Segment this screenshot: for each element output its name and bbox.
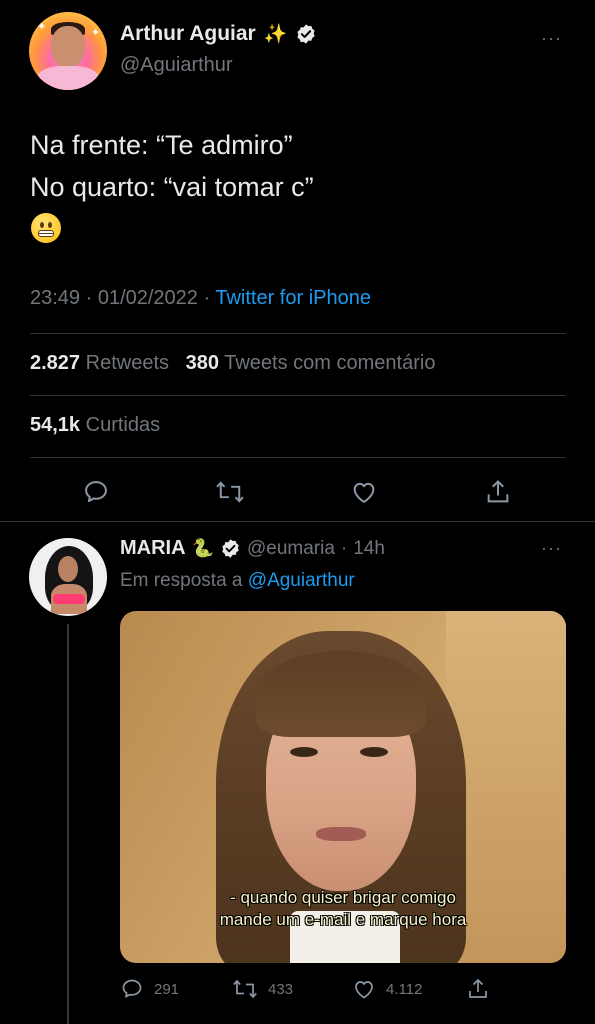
retweets-stat[interactable]: 2.827 Retweets [30, 352, 169, 374]
replying-to-mention[interactable]: @Aguiarthur [248, 570, 355, 591]
sparkles-emoji-icon: ✨ [263, 24, 288, 45]
share-icon [469, 978, 487, 998]
tweet-action-bar [0, 472, 595, 512]
media-bangs [256, 651, 426, 737]
separator-dot: · [340, 537, 348, 559]
avatar-shirt [37, 66, 99, 90]
quotes-count: 380 [185, 352, 220, 374]
tweet-timestamp[interactable]: 23:49 · 01/02/2022 · [30, 287, 215, 309]
main-tweet: ✦ ✦ Arthur Aguiar ✨ @Aguiarthur ··· Na f… [0, 0, 595, 515]
media-subtitle-line: - quando quiser brigar comigo [230, 888, 456, 907]
tweet-text-line: Na frente: “Te admiro” [30, 130, 293, 160]
tweet-source-link[interactable]: Twitter for iPhone [215, 287, 371, 309]
more-options-icon[interactable]: ··· [541, 28, 562, 49]
emoji-eye [40, 222, 44, 228]
quotes-stat[interactable]: 380 Tweets com comentário [186, 352, 436, 374]
likes-label: Curtidas [85, 414, 161, 436]
like-button[interactable]: 4.112 [352, 977, 422, 1001]
share-button[interactable] [466, 977, 490, 1001]
avatar-top [53, 594, 85, 604]
author-avatar[interactable]: ✦ ✦ [29, 12, 107, 90]
avatar-face [51, 26, 85, 68]
like-count: 4.112 [386, 980, 423, 998]
tweet-text-line: No quarto: “vai tomar c” [30, 172, 314, 202]
retweet-count: 433 [268, 980, 294, 998]
emoji-eye [48, 222, 52, 228]
reply-action-bar: 291 433 4.112 [0, 975, 595, 1007]
media-mouth [316, 827, 366, 841]
snake-emoji-icon: 🐍 [191, 538, 214, 558]
divider [30, 333, 566, 334]
avatar-sparkle-icon: ✦ [37, 21, 47, 33]
avatar-face [58, 556, 78, 582]
replying-to: Em resposta a @Aguiarthur [120, 570, 355, 592]
reply-count: 291 [154, 980, 180, 998]
retweets-label: Retweets [85, 352, 169, 374]
author-handle[interactable]: @Aguiarthur [120, 54, 233, 77]
quotes-label: Tweets com comentário [224, 352, 436, 374]
media-eye [290, 747, 318, 757]
reply-header: MARIA 🐍 @eumaria · 14h [120, 537, 385, 560]
reply-icon[interactable] [80, 476, 112, 508]
tweet-separator [0, 521, 595, 522]
divider [30, 457, 566, 458]
retweet-button[interactable]: 433 [232, 977, 293, 1001]
reply-media-image[interactable]: - quando quiser brigar comigo mande um e… [120, 611, 566, 963]
likes-stat[interactable]: 54,1k Curtidas [30, 414, 160, 436]
emoji-teeth [38, 230, 54, 237]
retweets-count: 2.827 [30, 352, 81, 374]
tweet-meta: 23:49 · 01/02/2022 · Twitter for iPhone [30, 287, 371, 310]
avatar-sparkle-icon: ✦ [91, 27, 101, 39]
like-icon[interactable] [348, 476, 380, 508]
author-display-name[interactable]: Arthur Aguiar [120, 22, 256, 46]
grimacing-face-emoji-icon [31, 213, 61, 243]
reply-time[interactable]: 14h [353, 538, 385, 560]
reply-author-avatar[interactable] [29, 538, 107, 616]
tweet-text: Na frente: “Te admiro” No quarto: “vai t… [30, 124, 314, 208]
author-name-row: Arthur Aguiar ✨ [120, 22, 317, 46]
replying-to-prefix: Em resposta a [120, 570, 248, 591]
likes-row: 54,1k Curtidas [30, 414, 160, 437]
like-icon [355, 981, 373, 999]
stats-row: 2.827 Retweets 380 Tweets com comentário [30, 352, 435, 375]
retweet-icon[interactable] [214, 476, 246, 508]
verified-badge-icon [297, 24, 316, 44]
reply-button[interactable]: 291 [120, 977, 179, 1001]
more-options-icon[interactable]: ··· [541, 538, 562, 559]
media-eye [360, 747, 388, 757]
reply-icon [122, 979, 142, 998]
retweet-icon [233, 979, 257, 999]
thread-line [67, 624, 69, 1024]
reply-author-name[interactable]: MARIA [120, 537, 186, 560]
share-icon[interactable] [482, 476, 514, 508]
verified-badge-icon [222, 539, 239, 558]
reply-author-handle[interactable]: @eumaria [247, 538, 335, 560]
likes-count: 54,1k [30, 414, 81, 436]
divider [30, 395, 566, 396]
media-subtitle-line: mande um e-mail e marque hora [219, 910, 467, 929]
